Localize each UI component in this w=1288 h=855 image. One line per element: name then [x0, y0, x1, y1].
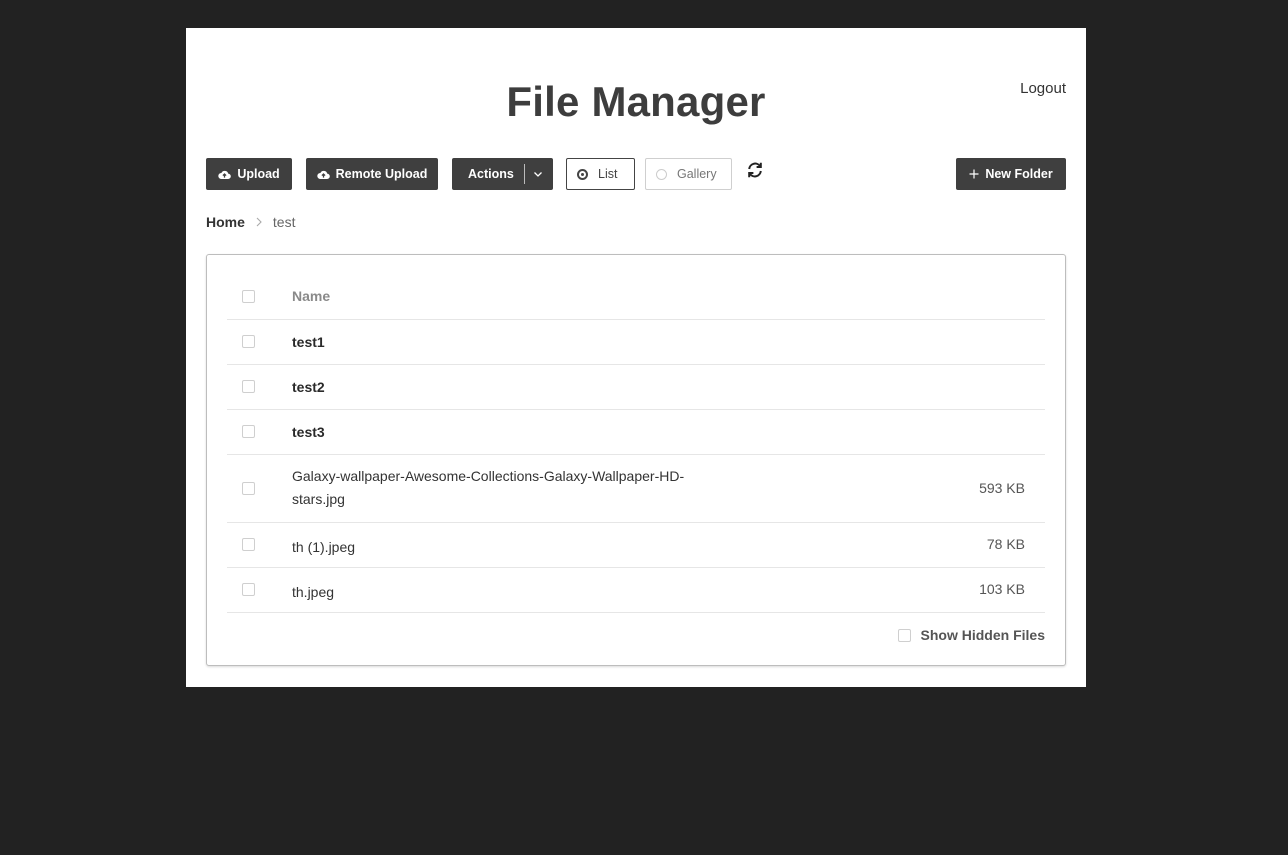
breadcrumb: Home test — [206, 214, 295, 230]
list-radio[interactable] — [577, 168, 588, 180]
show-hidden-files-toggle[interactable]: Show Hidden Files — [897, 627, 1045, 643]
actions-divider — [524, 164, 525, 184]
file-name[interactable]: Galaxy-wallpaper-Awesome-Collections-Gal… — [292, 465, 692, 511]
actions-dropdown-button[interactable]: Actions — [452, 158, 553, 190]
gallery-radio[interactable] — [656, 168, 667, 180]
file-name[interactable]: th.jpeg — [292, 581, 692, 604]
view-gallery-option[interactable]: Gallery — [645, 158, 732, 190]
refresh-icon[interactable] — [746, 161, 764, 179]
file-size: 103 KB — [979, 581, 1025, 597]
show-hidden-files-checkbox[interactable] — [897, 628, 911, 642]
table-row[interactable]: Galaxy-wallpaper-Awesome-Collections-Gal… — [227, 455, 1045, 523]
row-checkbox[interactable] — [242, 482, 255, 495]
row-checkbox[interactable] — [242, 335, 255, 348]
file-size: 78 KB — [986, 536, 1025, 552]
file-size: 593 KB — [979, 480, 1025, 496]
new-folder-button[interactable]: New Folder — [956, 158, 1066, 190]
remote-upload-button[interactable]: Remote Upload — [306, 158, 438, 190]
row-checkbox[interactable] — [242, 380, 255, 393]
file-list-card: Name test1 test2 test3 Galaxy-wallpaper-… — [206, 254, 1066, 666]
select-all-checkbox[interactable] — [242, 290, 255, 303]
row-checkbox[interactable] — [242, 425, 255, 438]
table-row[interactable]: th (1).jpeg 78 KB — [227, 523, 1045, 568]
table-row[interactable]: th.jpeg 103 KB — [227, 568, 1045, 613]
table-header: Name — [227, 275, 1045, 320]
plus-icon — [969, 169, 979, 179]
table-row[interactable]: test2 — [227, 365, 1045, 410]
view-list-label: List — [598, 167, 618, 181]
upload-button[interactable]: Upload — [206, 158, 292, 190]
remote-upload-label: Remote Upload — [335, 167, 428, 181]
folder-name[interactable]: test2 — [292, 376, 692, 399]
cloud-upload-icon — [218, 170, 232, 179]
view-list-option[interactable]: List — [566, 158, 635, 190]
file-manager-panel: Logout File Manager Upload Remote Upload… — [186, 28, 1086, 687]
row-checkbox[interactable] — [242, 583, 255, 596]
chevron-down-icon[interactable] — [532, 168, 544, 180]
page-title: File Manager — [506, 78, 766, 125]
cloud-upload-icon — [316, 170, 330, 179]
show-hidden-files-label: Show Hidden Files — [920, 627, 1045, 643]
row-checkbox[interactable] — [242, 538, 255, 551]
toolbar: Upload Remote Upload Actions List Galler… — [206, 158, 1066, 190]
column-header-name[interactable]: Name — [292, 285, 692, 308]
view-gallery-label: Gallery — [677, 167, 717, 181]
file-table: Name test1 test2 test3 Galaxy-wallpaper-… — [227, 275, 1045, 613]
breadcrumb-current: test — [272, 214, 296, 230]
upload-label: Upload — [237, 167, 280, 181]
actions-label: Actions — [468, 167, 514, 181]
chevron-right-icon — [256, 217, 262, 227]
table-row[interactable]: test3 — [227, 410, 1045, 455]
folder-name[interactable]: test1 — [292, 331, 692, 354]
table-row[interactable]: test1 — [227, 320, 1045, 365]
breadcrumb-home[interactable]: Home — [206, 214, 245, 230]
folder-name[interactable]: test3 — [292, 421, 692, 444]
new-folder-label: New Folder — [985, 167, 1053, 181]
file-name[interactable]: th (1).jpeg — [292, 536, 692, 559]
